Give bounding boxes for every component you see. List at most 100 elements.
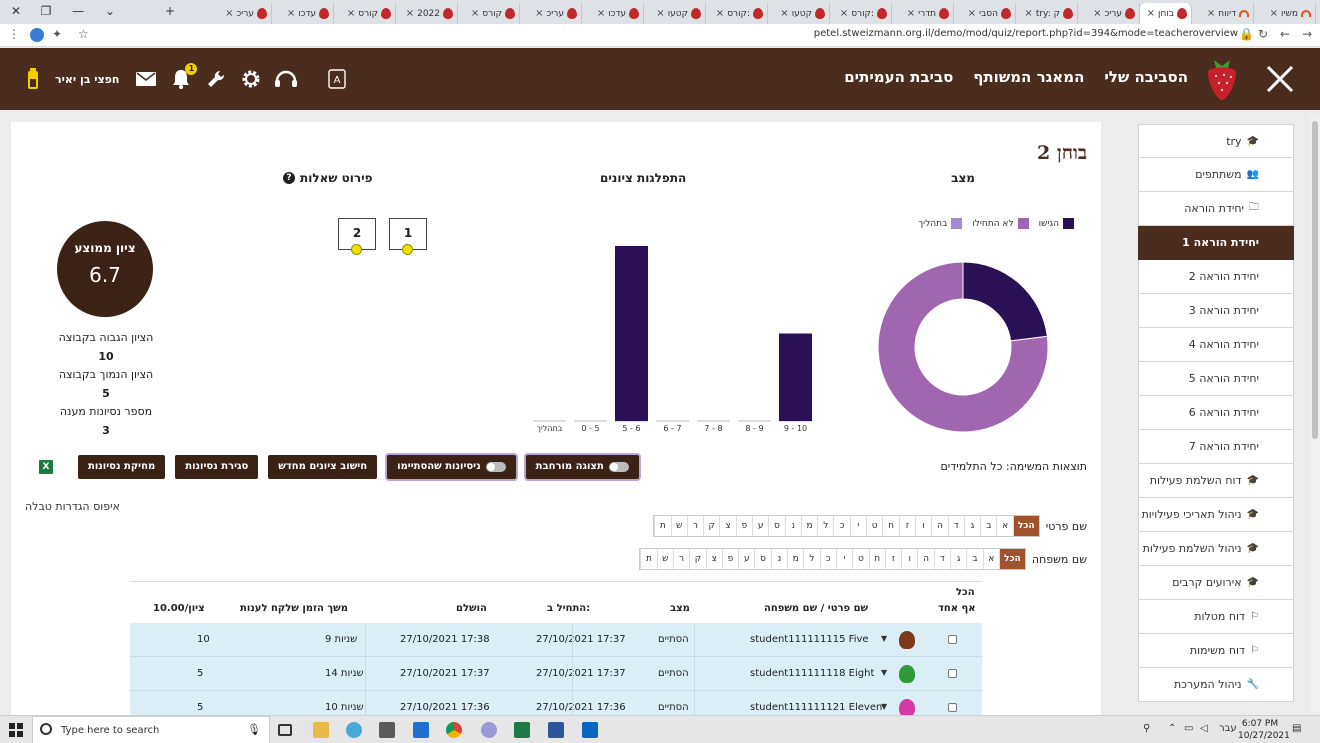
firstname-filter-letter[interactable]: י bbox=[849, 516, 866, 536]
question-box-1[interactable]: 1 bbox=[389, 218, 427, 255]
student-avatar[interactable] bbox=[899, 665, 915, 683]
sidebar-item[interactable]: יחידת הוראה 7 bbox=[1138, 430, 1294, 464]
browser-tab[interactable]: עריכ × bbox=[1078, 3, 1140, 24]
close-tab-icon[interactable]: × bbox=[907, 8, 915, 19]
table-row[interactable]: student111111121 Eleven הסתיים 27/10/2021 … bbox=[130, 691, 982, 715]
close-tab-icon[interactable]: × bbox=[656, 8, 664, 19]
firstname-filter-letter[interactable]: ד bbox=[947, 516, 964, 536]
scrollbar-thumb[interactable] bbox=[1312, 121, 1318, 439]
row-checkbox[interactable] bbox=[948, 669, 957, 678]
url-text[interactable]: petel.stweizmann.org.il/demo/mod/quiz/re… bbox=[814, 28, 1238, 39]
browser-tab[interactable]: 2022 × bbox=[396, 3, 458, 24]
browser-tab[interactable]: עריכ × bbox=[520, 3, 582, 24]
browser-tab[interactable]: קורס × bbox=[458, 3, 520, 24]
column-state[interactable]: מצב bbox=[670, 603, 690, 614]
windows-start-icon[interactable] bbox=[9, 723, 25, 739]
toggle-switch[interactable] bbox=[608, 462, 629, 472]
lastname-filter-letter[interactable]: נ bbox=[770, 549, 787, 569]
lastname-filter-letter[interactable]: ז bbox=[884, 549, 901, 569]
lastname-filter-letter[interactable]: ר bbox=[672, 549, 689, 569]
firstname-filter-letter[interactable]: צ bbox=[719, 516, 735, 536]
microphone-icon[interactable]: 🎙 bbox=[247, 723, 261, 736]
student-name[interactable]: student111111121 Eleven bbox=[750, 691, 882, 715]
reset-table-link[interactable]: איפוס הגדרות טבלה bbox=[25, 500, 120, 513]
mail-icon[interactable] bbox=[133, 66, 159, 92]
tray-chevron-icon[interactable]: ⌃ bbox=[1168, 723, 1176, 734]
network-icon[interactable]: ▭ bbox=[1184, 723, 1193, 734]
nav-colleagues[interactable]: סביבת העמיתים bbox=[844, 68, 953, 86]
sidebar-item[interactable]: 🔧 ניהול המערכת bbox=[1138, 668, 1294, 702]
close-tab-icon[interactable]: × bbox=[840, 8, 848, 19]
firstname-filter-letter[interactable]: ק bbox=[703, 516, 719, 536]
sidebar-item[interactable]: ⚐ דוח משימות bbox=[1138, 634, 1294, 668]
lastname-filter-letter[interactable]: ל bbox=[803, 549, 819, 569]
row-checkbox[interactable] bbox=[948, 703, 957, 712]
attempt-grade[interactable]: 5 bbox=[197, 657, 203, 691]
task-view-icon[interactable] bbox=[278, 724, 292, 736]
nav-my-environment[interactable]: הסביבה שלי bbox=[1104, 68, 1188, 86]
firstname-filter-letter[interactable]: ז bbox=[898, 516, 915, 536]
browser-tab[interactable]: תדרי × bbox=[892, 3, 954, 24]
close-tab-icon[interactable]: × bbox=[1270, 8, 1278, 19]
close-tab-icon[interactable]: × bbox=[1093, 8, 1101, 19]
sidebar-item[interactable]: 🎓 ניהול השלמת פעילות bbox=[1138, 532, 1294, 566]
lastname-filter-letter[interactable]: ת bbox=[640, 549, 656, 569]
lastname-filter-letter[interactable]: ד bbox=[933, 549, 950, 569]
table-row[interactable]: student111111118 Eight הסתיים 27/10/2021 1… bbox=[130, 657, 982, 691]
close-tab-icon[interactable]: × bbox=[597, 8, 605, 19]
lastname-filter-letter[interactable]: ש bbox=[656, 549, 673, 569]
row-checkbox[interactable] bbox=[948, 635, 957, 644]
browser-tab[interactable]: try: ק × bbox=[1016, 3, 1078, 24]
column-grade[interactable]: ציון/10.00 bbox=[153, 603, 205, 614]
sidebar-item[interactable]: יחידת הוראה 5 bbox=[1138, 362, 1294, 396]
back-icon[interactable]: ← bbox=[1280, 27, 1290, 41]
close-tab-icon[interactable]: × bbox=[535, 8, 543, 19]
firstname-filter-letter[interactable]: נ bbox=[784, 516, 801, 536]
menu-dots-icon[interactable]: ⋮ bbox=[8, 27, 20, 41]
browser-tab[interactable]: משיו × bbox=[1254, 3, 1316, 24]
paint-icon[interactable] bbox=[346, 722, 362, 738]
restore-window-icon[interactable]: ❐ bbox=[30, 0, 62, 24]
firstname-filter-letter[interactable]: ל bbox=[817, 516, 833, 536]
close-attempts-button[interactable]: סגירת נסיונות bbox=[175, 455, 259, 479]
sidebar-item[interactable]: יחידת הוראה 2 bbox=[1138, 260, 1294, 294]
language-indicator[interactable]: עבר bbox=[1219, 723, 1237, 734]
student-avatar[interactable] bbox=[899, 631, 915, 649]
browser-tab[interactable]: קורס × bbox=[334, 3, 396, 24]
close-tab-icon[interactable]: × bbox=[225, 8, 233, 19]
browser-tab[interactable]: עדכו × bbox=[582, 3, 644, 24]
sidebar-item[interactable]: 🎓 אירועים קרבים bbox=[1138, 566, 1294, 600]
browser-tab[interactable]: עדכו × bbox=[272, 3, 334, 24]
nav-shared-pool[interactable]: המאגר המשותף bbox=[973, 68, 1084, 86]
column-started[interactable]: התחיל ב: bbox=[547, 603, 590, 614]
column-duration[interactable]: משך הזמן שלקח לענות bbox=[240, 603, 348, 614]
bell-icon[interactable]: 1 bbox=[168, 63, 198, 92]
delete-attempts-button[interactable]: מחיקת נסיונות bbox=[78, 455, 166, 479]
firstname-filter-letter[interactable]: מ bbox=[800, 516, 817, 536]
lastname-filter-letter[interactable]: מ bbox=[787, 549, 803, 569]
chrome-icon[interactable] bbox=[446, 722, 462, 738]
student-name[interactable]: student111111115 Five bbox=[750, 623, 869, 657]
firstname-filter-letter[interactable]: ע bbox=[751, 516, 768, 536]
people-icon[interactable]: ⚲ bbox=[1143, 723, 1150, 734]
minimize-window-icon[interactable]: ✕ bbox=[0, 0, 32, 24]
lastname-filter-letter[interactable]: י bbox=[835, 549, 852, 569]
select-all-link[interactable]: הכל bbox=[956, 587, 975, 598]
table-row[interactable]: student111111115 Five הסתיים 27/10/2021 17… bbox=[130, 623, 982, 657]
close-tab-icon[interactable]: × bbox=[471, 8, 479, 19]
attempt-grade[interactable]: 5 bbox=[197, 691, 203, 715]
lastname-filter-letter[interactable]: כ bbox=[819, 549, 836, 569]
lastname-filter-letter[interactable]: ו bbox=[901, 549, 917, 569]
sidebar-item[interactable]: יחידת הוראה 1 bbox=[1138, 226, 1294, 260]
lastname-filter-letter[interactable]: ה bbox=[917, 549, 933, 569]
minimize-icon[interactable]: — bbox=[62, 0, 94, 24]
firstname-filter-letter[interactable]: ה bbox=[931, 516, 947, 536]
headset-icon[interactable] bbox=[273, 66, 299, 92]
sidebar-item[interactable]: יחידת הוראה 4 bbox=[1138, 328, 1294, 362]
lastname-filter-letter[interactable]: ח bbox=[868, 549, 885, 569]
student-avatar[interactable] bbox=[899, 699, 915, 715]
firstname-filter-letter[interactable]: א bbox=[996, 516, 1012, 536]
lastname-filter-letter[interactable]: ב bbox=[966, 549, 982, 569]
student-name[interactable]: student111111118 Eight bbox=[750, 657, 874, 691]
column-completed[interactable]: הושלם bbox=[456, 603, 487, 614]
